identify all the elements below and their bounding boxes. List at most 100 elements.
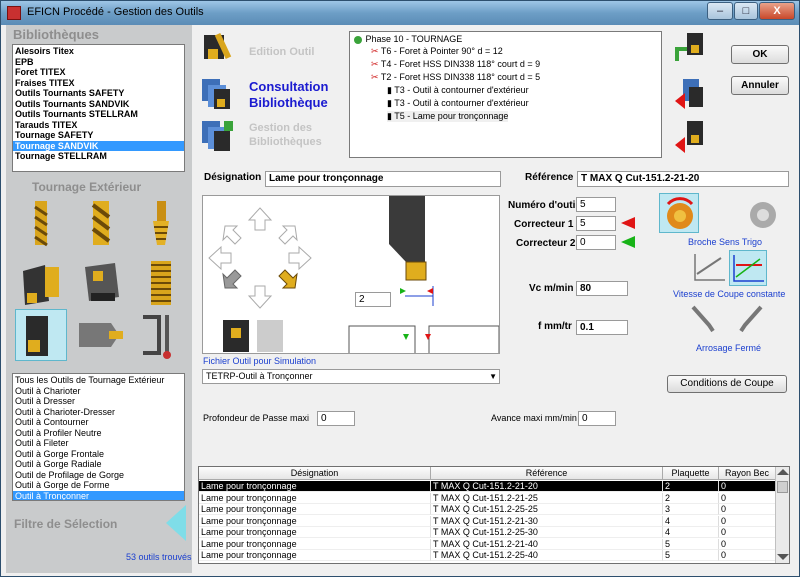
tool-type-list-item[interactable]: Outil à Gorge de Forme [13,480,184,491]
corrector1-field[interactable]: 5 [576,216,616,231]
tool-tap-icon[interactable] [135,197,187,249]
tool-boring-bar-icon[interactable] [75,257,127,309]
constant-speed-icon[interactable] [729,250,767,286]
library-list-item[interactable]: Foret TITEX [13,67,184,78]
return-tool-icon[interactable] [673,31,707,65]
variable-speed-icon[interactable] [691,250,727,284]
tree-item-6[interactable]: ▮ T5 - Lame pour tronçonnage [387,111,509,122]
scroll-up-icon[interactable] [777,469,789,475]
library-list-item[interactable]: Outils Tournants STELLRAM [13,109,184,120]
table-row[interactable]: Lame pour tronçonnage T MAX Q Cut-151.2-2… [199,515,776,527]
tool-type-list-item[interactable]: Outil à Contourner [13,417,184,428]
tree-item-5[interactable]: ▮ T3 - Outil à contourner d'extérieur [387,98,529,109]
vc-field[interactable]: 80 [576,281,628,296]
library-list-item[interactable]: Tournage SANDVIK [13,140,184,151]
designation-field[interactable]: Lame pour tronçonnage [265,171,501,187]
libraries-list[interactable]: Alesoirs Titex EPB Foret TITEX Fraises TITE… [12,44,185,172]
scroll-down-icon[interactable] [777,554,789,560]
column-header-insert[interactable]: Plaquette [663,467,719,480]
tool-number-field[interactable]: 5 [576,197,616,212]
library-list-item[interactable]: EPB [13,57,184,68]
manage-libraries-label[interactable]: Gestion des Bibliothèques [249,121,322,149]
cell-designation: Lame pour tronçonnage [199,481,431,492]
table-row[interactable]: Lame pour tronçonnage T MAX Q Cut-151.2-2… [199,492,776,504]
cell-reference: T MAX Q Cut-151.2-25-25 [431,504,663,515]
cell-insert: 3 [663,504,719,515]
minimize-button[interactable]: – [707,2,733,20]
close-button[interactable]: X [759,2,795,20]
cutting-conditions-button[interactable]: Conditions de Coupe [667,375,787,393]
maximize-button[interactable]: □ [734,2,758,20]
tool-type-list[interactable]: Tous les Outils de Tournage Extérieur Out… [12,373,185,501]
tool-offset-field[interactable]: 2 [355,292,391,307]
scroll-thumb[interactable] [777,481,788,493]
cell-insert: 2 [663,492,719,504]
column-header-designation[interactable]: Désignation [199,467,431,480]
tool-type-list-item[interactable]: Outil à Gorge Radiale [13,459,184,470]
phase-node[interactable]: Phase 10 - TOURNAGE [353,34,462,45]
library-list-item[interactable]: Fraises TITEX [13,78,184,89]
library-list-item[interactable]: Tarauds TITEX [13,120,184,131]
tree-item-2[interactable]: ✂ T4 - Foret HSS DIN338 118° court d = 9 [371,59,540,70]
library-list-item[interactable]: Outils Tournants SAFETY [13,88,184,99]
tool-type-list-item[interactable]: Tous les Outils de Tournage Extérieur [13,375,184,386]
max-depth-field[interactable]: 0 [317,411,355,426]
edit-tool-label[interactable]: Edition Outil [249,45,314,59]
spindle-ccw-icon[interactable] [659,193,699,233]
tool-measuring-icon[interactable] [135,309,187,361]
tree-item-3[interactable]: ✂ T2 - Foret HSS DIN338 118° court d = 5 [371,72,540,83]
title-bar[interactable]: EFICN Procédé - Gestion des Outils – □ X [1,1,799,25]
cancel-button[interactable]: Annuler [731,76,789,95]
library-list-item[interactable]: Outils Tournants SANDVIK [13,99,184,110]
chevron-down-icon[interactable]: ▼ [489,370,497,383]
tool-drill-icon[interactable] [15,197,67,249]
feed-rate-field[interactable]: 0.1 [576,320,628,335]
spindle-cw-icon[interactable] [743,193,783,233]
column-header-nose-radius[interactable]: Rayon Bec [719,467,776,480]
table-row[interactable]: Lame pour tronçonnage T MAX Q Cut-151.2-2… [199,538,776,550]
tool-type-list-item[interactable]: Outil à Charioter-Dresser [13,407,184,418]
coolant-right-icon[interactable] [735,303,765,333]
table-scrollbar[interactable] [775,467,789,563]
sim-file-select[interactable]: TETRP-Outil à Tronçonner ▼ [202,369,500,384]
filter-arrow-icon[interactable] [166,505,186,541]
phase-tree[interactable]: Phase 10 - TOURNAGE ✂ T6 - Foret à Point… [349,31,662,158]
tool-parting-blade-icon[interactable] [15,309,67,361]
corrector2-field[interactable]: 0 [576,235,616,250]
library-list-item[interactable]: Tournage SAFETY [13,130,184,141]
tool-threading-icon[interactable] [135,257,187,309]
max-feed-field[interactable]: 0 [578,411,616,426]
ok-button[interactable]: OK [731,45,789,64]
tree-item-1[interactable]: ✂ T6 - Foret à Pointer 90° d = 12 [371,46,503,57]
tool-type-list-item[interactable]: Outil à Dresser [13,396,184,407]
consult-library-icon[interactable] [200,77,234,111]
table-row[interactable]: Lame pour tronçonnage T MAX Q Cut-151.2-2… [199,504,776,515]
table-row[interactable]: Lame pour tronçonnage T MAX Q Cut-151.2-2… [199,481,776,492]
consult-library-label[interactable]: Consultation Bibliothèque [249,79,328,111]
library-list-item[interactable]: Alesoirs Titex [13,46,184,57]
tool-type-list-item[interactable]: Outil à Profiler Neutre [13,428,184,439]
table-row[interactable]: Lame pour tronçonnage T MAX Q Cut-151.2-2… [199,527,776,538]
tool-type-list-item[interactable]: Outil à Gorge Frontale [13,449,184,460]
table-row[interactable]: Lame pour tronçonnage T MAX Q Cut-151.2-2… [199,550,776,561]
phase-icon [354,35,362,44]
tool-type-list-item[interactable]: Outil à Tronçonner [13,490,184,500]
tool-type-list-item[interactable]: Outil à Charioter [13,386,184,397]
tool-holder-black-icon[interactable] [15,257,67,309]
reference-field[interactable]: T MAX Q Cut-151.2-21-20 [577,171,789,187]
column-header-reference[interactable]: Référence [431,467,663,480]
remove-tool-icon[interactable] [673,119,707,153]
tool-grooving-icon[interactable] [75,309,127,361]
tree-item-4[interactable]: ▮ T3 - Outil à contourner d'extérieur [387,85,529,96]
tool-endmill-icon[interactable] [75,197,127,249]
library-list-item[interactable]: Tournage STELLRAM [13,151,184,162]
edit-tool-icon[interactable] [200,31,234,65]
coolant-left-icon[interactable] [689,303,719,333]
tool-type-list-item[interactable]: Outil de Profilage de Gorge [13,470,184,481]
tool-type-list-item[interactable]: Outil à Fileter [13,438,184,449]
cutting-speed-label: Vitesse de Coupe constante [673,289,786,299]
manage-libraries-icon[interactable] [200,119,234,153]
cell-designation: Lame pour tronçonnage [199,527,431,538]
import-tool-icon[interactable] [673,77,707,111]
tools-table[interactable]: Désignation Référence Plaquette Rayon Be… [198,466,790,564]
